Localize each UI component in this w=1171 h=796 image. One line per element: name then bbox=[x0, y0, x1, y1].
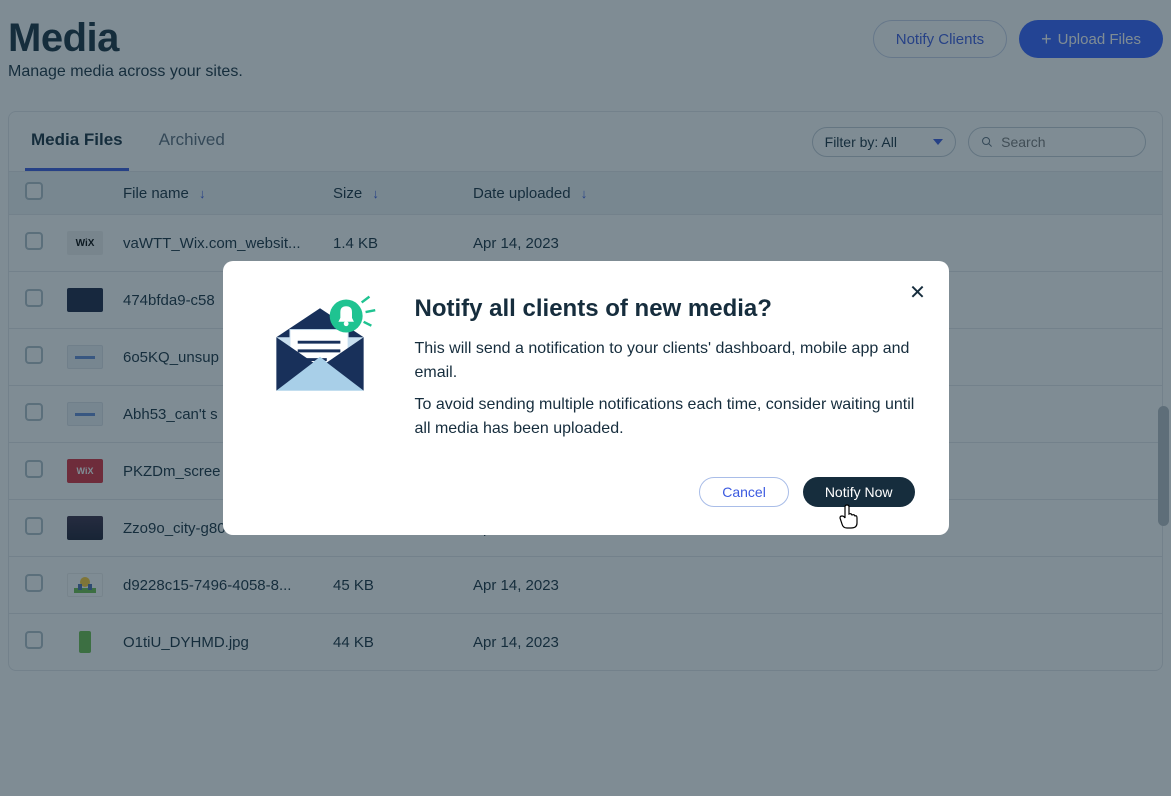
cancel-button[interactable]: Cancel bbox=[699, 477, 789, 507]
close-icon: ✕ bbox=[909, 280, 926, 305]
modal-actions: Cancel Notify Now bbox=[257, 477, 915, 507]
cancel-label: Cancel bbox=[722, 484, 766, 500]
modal-title: Notify all clients of new media? bbox=[415, 295, 915, 323]
notify-now-label: Notify Now bbox=[825, 484, 893, 500]
envelope-notification-icon bbox=[257, 287, 383, 407]
modal-overlay[interactable]: ✕ bbox=[0, 0, 1171, 796]
modal-body-2: To avoid sending multiple notifications … bbox=[415, 393, 915, 441]
notify-now-button[interactable]: Notify Now bbox=[803, 477, 915, 507]
modal-body-1: This will send a notification to your cl… bbox=[415, 337, 915, 385]
notify-modal: ✕ bbox=[223, 261, 949, 535]
close-button[interactable]: ✕ bbox=[905, 279, 931, 305]
modal-text: Notify all clients of new media? This wi… bbox=[415, 295, 915, 449]
